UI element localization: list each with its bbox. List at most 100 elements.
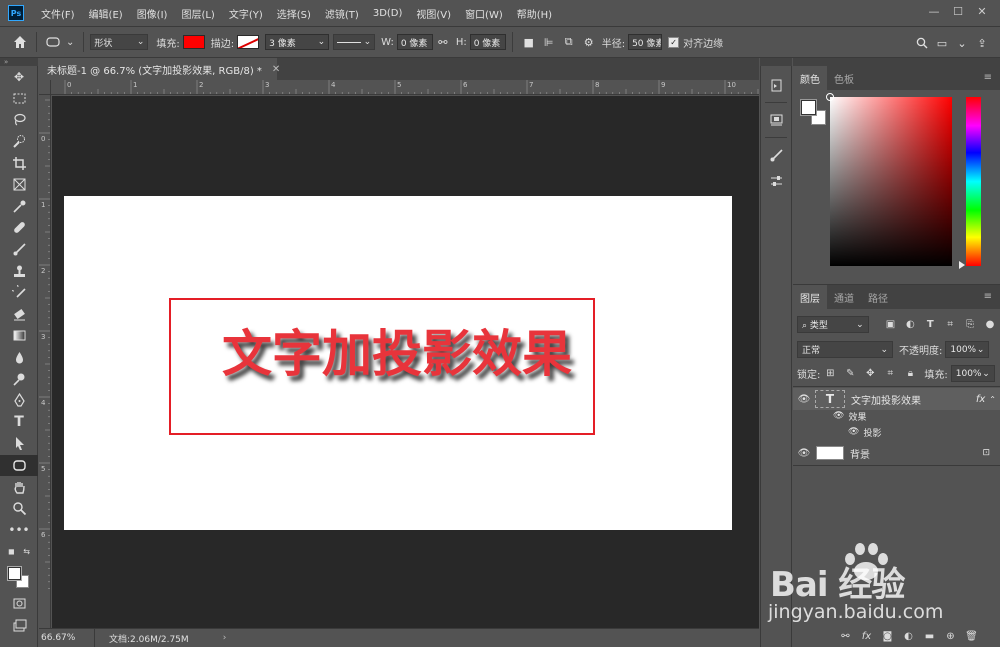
delete-layer-icon[interactable]: 🗑︎	[961, 631, 982, 642]
ruler-origin[interactable]	[39, 80, 51, 95]
new-adjustment-layer-icon[interactable]: ◐	[898, 631, 919, 642]
layer-filter-select[interactable]: ⌕ 类型 ⌄	[797, 316, 869, 333]
drop-shadow-effect-row[interactable]: 👁︎ 投影	[793, 425, 1000, 439]
stamp-tool-icon[interactable]	[0, 260, 38, 282]
filter-toggle-icon[interactable]: ●	[982, 317, 998, 333]
maximize-icon[interactable]: ☐	[946, 2, 970, 20]
gear-icon[interactable]: ⚙	[581, 34, 597, 50]
history-panel-icon[interactable]	[761, 72, 791, 98]
more-tools-icon[interactable]: •••	[0, 519, 38, 541]
close-icon[interactable]: ✕	[970, 2, 994, 20]
hand-tool-icon[interactable]	[0, 476, 38, 498]
panel-menu-icon[interactable]: ≡	[984, 72, 992, 83]
tool-mode-select[interactable]: 形状 ⌄	[90, 34, 149, 50]
filter-type-icon[interactable]: T	[922, 317, 938, 333]
filter-adjustment-icon[interactable]: ◐	[902, 317, 918, 333]
layer-effects-badge[interactable]: fx	[976, 394, 985, 405]
lock-all-icon[interactable]: 🔒︎	[902, 366, 918, 382]
chevron-up-icon[interactable]: ⌃	[989, 395, 996, 404]
foreground-color-swatch[interactable]	[801, 100, 816, 115]
move-tool-icon[interactable]: ✥	[0, 66, 38, 88]
lock-position-icon[interactable]: ✥	[862, 366, 878, 382]
foreground-background-color-icon[interactable]	[0, 563, 38, 593]
hue-slider-handle[interactable]	[959, 261, 965, 269]
menu-file[interactable]: 文件(F)	[34, 6, 82, 21]
properties-panel-icon[interactable]	[761, 107, 791, 133]
fill-color-swatch[interactable]	[182, 35, 205, 49]
color-picker-field[interactable]	[830, 97, 952, 266]
stroke-type-select[interactable]: ⌄	[333, 34, 376, 50]
tab-paths[interactable]: 路径	[861, 285, 895, 309]
search-icon[interactable]	[914, 35, 930, 51]
crop-tool-icon[interactable]	[0, 152, 38, 174]
path-alignment-icon[interactable]: ⊫	[541, 34, 557, 50]
new-layer-icon[interactable]: ⊕	[940, 631, 961, 642]
path-selection-tool-icon[interactable]	[0, 433, 38, 455]
width-field[interactable]: 0 像素	[396, 34, 433, 50]
dodge-tool-icon[interactable]	[0, 368, 38, 390]
eyedropper-tool-icon[interactable]	[0, 196, 38, 218]
eye-icon[interactable]: 👁︎	[793, 448, 815, 459]
chevron-down-icon[interactable]: ⌄	[66, 37, 74, 48]
menu-edit[interactable]: 编辑(E)	[82, 6, 130, 21]
filter-pixel-icon[interactable]: ▣	[883, 317, 899, 333]
menu-3d[interactable]: 3D(D)	[366, 8, 410, 19]
layer-row-text[interactable]: 👁︎ T 文字加投影效果 fx ⌃	[793, 388, 1000, 410]
menu-filter[interactable]: 滤镜(T)	[318, 6, 366, 21]
layer-row-background[interactable]: 👁︎ 背景 ⊡	[793, 442, 1000, 464]
close-icon[interactable]: ✕	[272, 64, 280, 75]
zoom-level[interactable]: 66.67%	[39, 628, 95, 647]
pen-tool-icon[interactable]	[0, 390, 38, 412]
rounded-rect-preset-icon[interactable]	[45, 34, 61, 50]
minimize-icon[interactable]: —	[922, 2, 946, 20]
eye-icon[interactable]: 👁︎	[848, 427, 859, 437]
rounded-rectangle-tool-icon[interactable]	[0, 454, 38, 477]
new-group-icon[interactable]: ▬	[919, 631, 940, 642]
stroke-width-field[interactable]: 3 像素 ⌄	[265, 34, 330, 50]
zoom-tool-icon[interactable]	[0, 498, 38, 520]
blur-tool-icon[interactable]	[0, 347, 38, 369]
path-operations-icon[interactable]: ■	[521, 34, 537, 50]
blend-mode-select[interactable]: 正常 ⌄	[797, 341, 893, 358]
brush-tool-icon[interactable]	[0, 239, 38, 261]
menu-layer[interactable]: 图层(L)	[174, 6, 221, 21]
menu-window[interactable]: 窗口(W)	[458, 6, 510, 21]
align-edges-checkbox[interactable]: ✓	[668, 36, 680, 48]
panel-menu-icon[interactable]: ≡	[984, 291, 992, 302]
type-tool-icon[interactable]: T	[0, 412, 38, 434]
tab-channels[interactable]: 通道	[827, 285, 861, 309]
swap-colors-icon[interactable]: ◼ ⇆	[0, 541, 38, 563]
radius-field[interactable]: 50 像素	[628, 34, 663, 50]
menu-image[interactable]: 图像(I)	[130, 6, 175, 21]
eraser-tool-icon[interactable]	[0, 304, 38, 326]
lock-transparent-icon[interactable]: ⊞	[822, 366, 838, 382]
layer-effects-row[interactable]: 👁︎ 效果	[793, 409, 1000, 423]
shadowed-text-layer[interactable]: 文字加投影效果	[222, 314, 572, 386]
home-icon[interactable]	[12, 34, 28, 50]
adjustments-icon[interactable]	[761, 168, 791, 194]
panel-collapse-handle[interactable]	[760, 58, 792, 66]
stroke-color-swatch[interactable]	[237, 35, 260, 49]
history-brush-tool-icon[interactable]	[0, 282, 38, 304]
document-canvas[interactable]: 文字加投影效果	[64, 196, 732, 530]
tab-layers[interactable]: 图层	[793, 285, 827, 309]
horizontal-ruler[interactable]: 0 1 2 3 4 5 6 7 8 9 10	[51, 80, 759, 95]
opacity-field[interactable]: 100% ⌄	[945, 341, 990, 358]
menu-select[interactable]: 选择(S)	[270, 6, 318, 21]
brush-settings-icon[interactable]	[761, 142, 791, 168]
add-mask-icon[interactable]: ◙	[877, 631, 898, 642]
menu-type[interactable]: 文字(Y)	[222, 6, 270, 21]
panels-collapse-handle[interactable]	[793, 58, 1000, 66]
lock-pixels-icon[interactable]: ✎	[842, 366, 858, 382]
filter-smart-object-icon[interactable]: ⎘	[962, 317, 978, 333]
status-menu-arrow[interactable]: ›	[223, 633, 227, 643]
lasso-tool-icon[interactable]	[0, 109, 38, 131]
vertical-ruler[interactable]: 0 1 2 3 4 5 6	[39, 95, 51, 628]
eye-icon[interactable]: 👁︎	[833, 411, 844, 421]
eye-icon[interactable]: 👁︎	[793, 394, 815, 405]
frame-tool-icon[interactable]	[0, 174, 38, 196]
workspace-icon[interactable]: ▭	[934, 35, 950, 51]
canvas-workspace[interactable]: 文字加投影效果	[52, 96, 759, 628]
tab-swatches[interactable]: 色板	[827, 66, 861, 90]
hue-slider[interactable]	[966, 97, 981, 266]
